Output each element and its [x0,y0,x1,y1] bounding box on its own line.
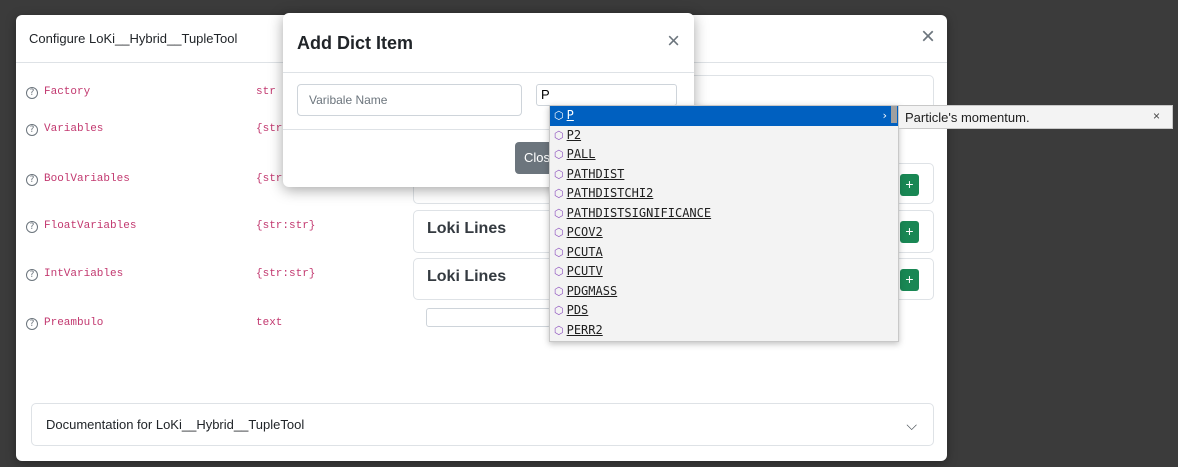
add-button[interactable]: + [900,221,919,243]
property-type: {str:str} [256,220,316,232]
modal-title: Configure LoKi__Hybrid__TupleTool [29,31,238,46]
suggestion-item[interactable]: ⬡ P › [550,106,898,126]
cube-icon: ⬡ [554,148,564,162]
cube-icon: ⬡ [554,265,564,279]
suggestion-detail-panel: Particle's momentum. × [898,105,1173,129]
suggestion-item[interactable]: ⬡ PERR2 [550,321,898,341]
add-button[interactable]: + [900,174,919,196]
expand-arrow-icon[interactable]: › [881,106,888,125]
suggestion-label: PATHDISTCHI2 [566,186,654,201]
suggestion-item[interactable]: ⬡ PCUTA [550,243,898,263]
property-type: text [256,317,283,329]
scrollbar[interactable] [891,106,897,123]
suggestion-label: PATHDISTSIGNIFICANCE [566,205,712,220]
suggestion-label: P [566,108,574,122]
property-type: {str [256,173,283,185]
suggestion-label: PCUTA [566,244,603,259]
cube-icon: ⬡ [554,245,564,259]
suggestion-item[interactable]: ⬡ PATHDISTSIGNIFICANCE [550,204,898,224]
help-icon[interactable]: ? [26,124,38,136]
property-name: FloatVariables [44,220,137,232]
property-name: IntVariables [44,268,124,280]
help-icon[interactable]: ? [26,318,38,330]
chevron-down-icon[interactable]: ⌵ [906,417,917,434]
documentation-accordion[interactable]: Documentation for LoKi__Hybrid__TupleToo… [31,403,934,446]
loki-lines-label: Loki Lines [427,220,507,237]
suggestion-label: P2 [566,127,582,142]
add-button[interactable]: + [900,269,919,291]
help-icon[interactable]: ? [26,87,38,99]
close-icon[interactable]: × [667,30,680,52]
suggestion-item[interactable]: ⬡ PALL [550,145,898,165]
dialog-title: Add Dict Item [297,33,414,53]
cube-icon: ⬡ [554,128,564,142]
close-icon[interactable]: × [921,25,935,49]
documentation-label: Documentation for LoKi__Hybrid__TupleToo… [46,417,305,432]
property-name: Preambulo [44,317,104,329]
cube-icon: ⬡ [554,187,564,201]
cube-icon: ⬡ [554,226,564,240]
close-icon[interactable]: × [1153,109,1160,123]
suggestion-label: PCOV2 [566,225,603,240]
suggestion-label: PCUTV [566,264,603,279]
suggestion-item[interactable]: ⬡ PATHDISTCHI2 [550,184,898,204]
cube-icon: ⬡ [554,167,564,181]
help-icon[interactable]: ? [26,221,38,233]
property-name: Factory [44,86,91,98]
suggestion-label: PALL [566,147,596,162]
property-name: BoolVariables [44,173,130,185]
cube-icon: ⬡ [554,109,564,122]
suggestion-label: PATHDIST [566,166,625,181]
dialog-header: Add Dict Item × [283,13,694,73]
suggestion-item[interactable]: ⬡ PDGMASS [550,282,898,302]
property-name: Variables [44,123,104,135]
suggestion-item[interactable]: ⬡ PATHDIST [550,165,898,185]
suggestion-item[interactable]: ⬡ PDS [550,301,898,321]
property-type: str [256,86,276,98]
suggestion-item[interactable]: ⬡ P2 [550,126,898,146]
loki-lines-label: Loki Lines [427,268,507,285]
property-type: {str [256,123,283,135]
variable-name-input[interactable]: Varibale Name [297,84,522,116]
cube-icon: ⬡ [554,284,564,298]
preambulo-input[interactable] [426,308,551,327]
suggestion-label: PERR2 [566,323,603,338]
variable-value-input[interactable]: P [536,84,677,106]
suggestion-label: PDS [566,303,589,318]
suggestion-detail-text: Particle's momentum. [905,110,1030,125]
autocomplete-list: ⬡ P › ⬡ P2 ⬡ PALL ⬡ PATHDIST ⬡ PATHDISTCHI2 ⬡ PATHDI… [549,105,899,342]
suggestion-label: PDGMASS [566,283,618,298]
help-icon[interactable]: ? [26,269,38,281]
suggestion-item[interactable]: ⬡ PCOV2 [550,223,898,243]
cube-icon: ⬡ [554,304,564,318]
help-icon[interactable]: ? [26,174,38,186]
suggestion-item[interactable]: ⬡ PCUTV [550,262,898,282]
property-type: {str:str} [256,268,316,280]
cube-icon: ⬡ [554,206,564,220]
cube-icon: ⬡ [554,324,564,338]
